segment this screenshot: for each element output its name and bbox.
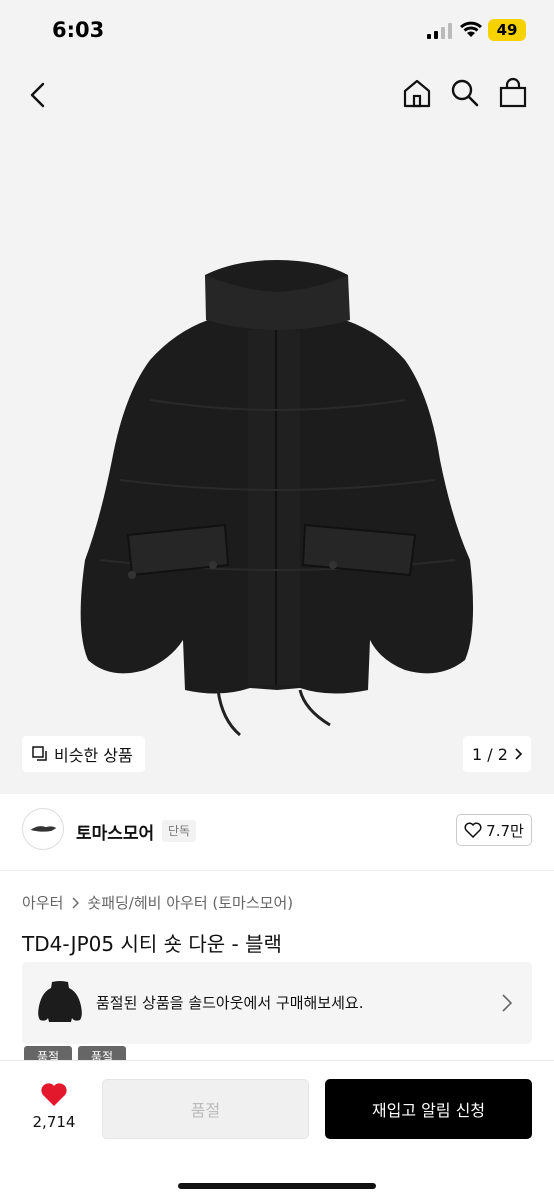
similar-products-button[interactable]: 비슷한 상품 xyxy=(22,736,145,772)
chevron-right-icon xyxy=(515,748,522,760)
soldout-banner[interactable]: 품절된 상품을 솔드아웃에서 구매해보세요. xyxy=(22,962,532,1044)
brand-logo[interactable] xyxy=(22,808,64,850)
brand-name[interactable]: 토마스모어 xyxy=(76,819,154,844)
divider xyxy=(0,870,554,871)
search-icon[interactable] xyxy=(448,76,482,110)
product-gallery[interactable]: 비슷한 상품 1 / 2 xyxy=(0,60,554,794)
wishlist-button[interactable]: 2,714 xyxy=(28,1081,80,1131)
heart-outline-icon xyxy=(464,822,482,838)
soldout-banner-text: 품절된 상품을 솔드아웃에서 구매해보세요. xyxy=(96,994,364,1012)
breadcrumb-item-subcategory[interactable]: 숏패딩/헤비 아우터 (토마스모어) xyxy=(87,892,293,913)
status-bar: 6:03 49 xyxy=(0,0,554,60)
home-indicator xyxy=(178,1183,376,1189)
product-title: TD4-JP05 시티 숏 다운 - 블랙 xyxy=(22,932,282,956)
signal-icon xyxy=(427,23,452,39)
chevron-right-icon xyxy=(72,897,80,908)
shopping-bag-icon[interactable] xyxy=(496,76,530,110)
battery-indicator: 49 xyxy=(488,19,526,41)
back-icon[interactable] xyxy=(22,78,56,112)
pager-text: 1 / 2 xyxy=(472,744,508,764)
exclusive-tag: 단독 xyxy=(162,820,197,842)
brand-like-count: 7.7만 xyxy=(486,821,524,840)
wifi-icon xyxy=(460,21,482,37)
breadcrumb-item-category[interactable]: 아우터 xyxy=(22,892,63,913)
breadcrumb: 아우터 숏패딩/헤비 아우터 (토마스모어) xyxy=(22,892,293,913)
wishlist-count: 2,714 xyxy=(32,1113,76,1131)
heart-icon xyxy=(41,1083,67,1106)
status-time: 6:03 xyxy=(52,18,105,42)
brand-like-button[interactable]: 7.7만 xyxy=(456,814,532,846)
chevron-right-icon xyxy=(502,994,513,1012)
bottom-action-bar: 2,714 품절 재입고 알림 신청 xyxy=(0,1060,554,1200)
product-image[interactable] xyxy=(0,220,554,780)
similar-products-label: 비슷한 상품 xyxy=(54,746,133,765)
restock-alert-button[interactable]: 재입고 알림 신청 xyxy=(325,1079,532,1139)
product-thumbnail xyxy=(38,981,82,1022)
brand-row: 토마스모어 단독 7.7만 xyxy=(22,808,532,854)
soldout-button: 품절 xyxy=(102,1079,309,1139)
home-icon[interactable] xyxy=(400,76,434,110)
copy-icon xyxy=(32,746,47,761)
image-pager[interactable]: 1 / 2 xyxy=(463,736,531,772)
